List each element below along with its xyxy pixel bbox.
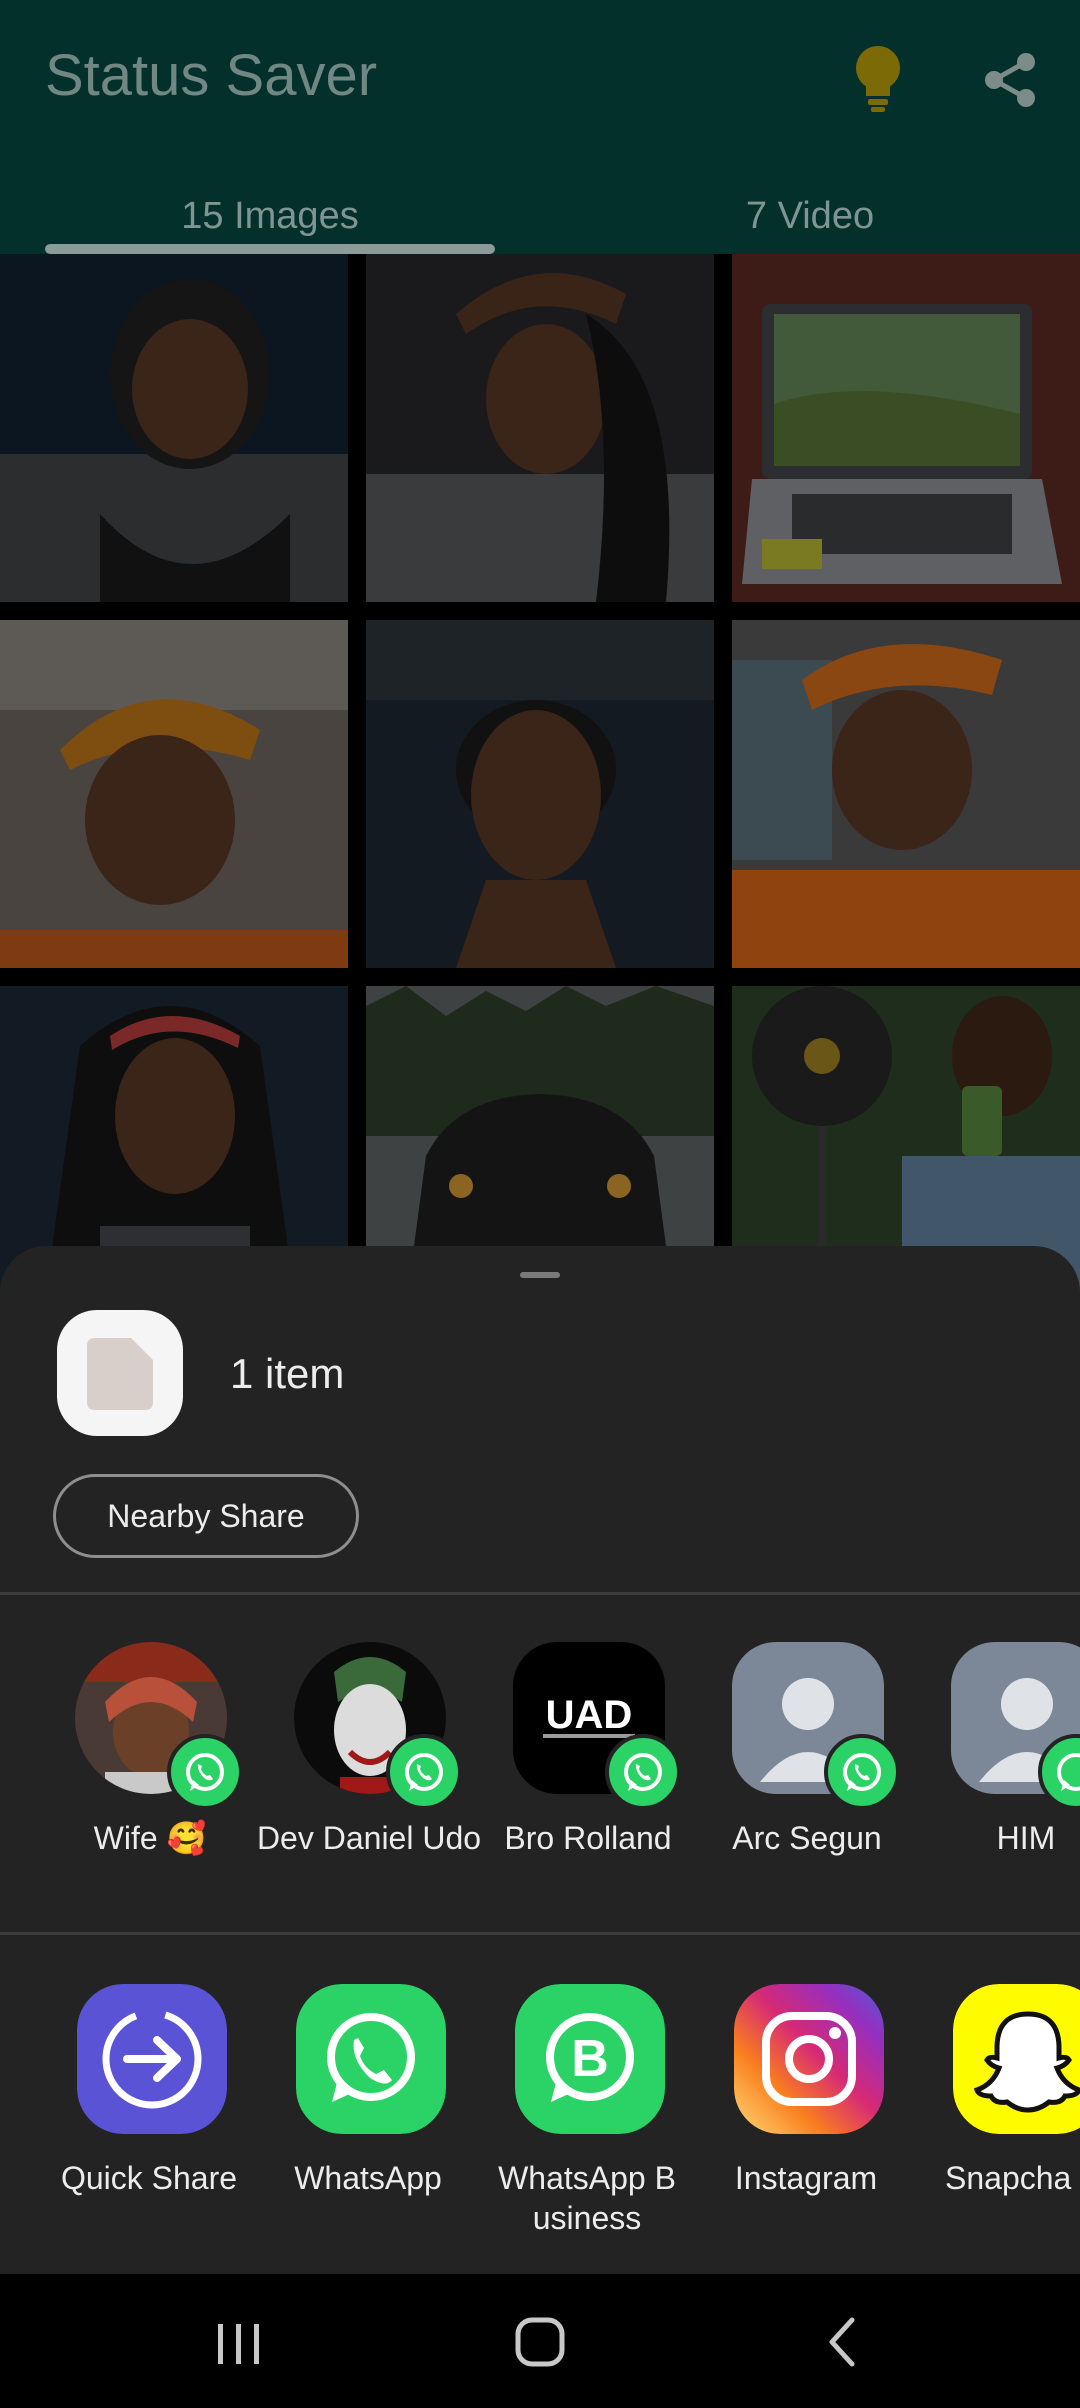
whatsapp-icon xyxy=(296,1984,446,2134)
contact-name: Bro Rolland xyxy=(504,1820,672,1856)
app-label: Snapcha xyxy=(945,2160,1072,2196)
app-label: WhatsApp xyxy=(294,2160,442,2196)
whatsapp-business-icon: B xyxy=(515,1984,665,2134)
app-instagram[interactable]: Instagram xyxy=(696,1984,916,2244)
contact-name: Arc Segun xyxy=(732,1820,882,1856)
back-icon[interactable] xyxy=(802,2306,882,2376)
tab-video[interactable]: 7 Video xyxy=(540,195,1080,238)
app-label: Instagram xyxy=(734,2160,878,2196)
app-label: WhatsApp B usiness xyxy=(498,2160,676,2236)
divider xyxy=(0,1932,1080,1935)
app-title: Status Saver xyxy=(45,43,378,108)
file-thumbnail xyxy=(57,1310,183,1436)
divider xyxy=(0,1592,1080,1595)
thumbnail-laptop-on-table[interactable] xyxy=(732,254,1080,602)
media-tabs: 15 Images 7 Video xyxy=(0,160,1080,254)
svg-text:B: B xyxy=(571,2030,609,2088)
app-whatsapp-business[interactable]: B WhatsApp B usiness xyxy=(477,1984,697,2244)
whatsapp-icon xyxy=(824,1734,900,1810)
tab-indicator xyxy=(45,244,495,254)
contact-wife[interactable]: Wife 🥰 xyxy=(50,1642,250,1902)
lightbulb-icon[interactable] xyxy=(850,42,906,112)
quick-share-icon xyxy=(77,1984,227,2134)
item-count: 1 item xyxy=(230,1350,345,1397)
thumbnail-woman-hand-on-head[interactable] xyxy=(366,254,714,602)
whatsapp-icon xyxy=(386,1734,462,1810)
thumbnail-woman-short-hair[interactable] xyxy=(366,620,714,968)
contact-arc-segun[interactable]: Arc Segun xyxy=(707,1642,907,1902)
app-label: Quick Share xyxy=(60,2160,238,2196)
system-nav-bar xyxy=(0,2274,1080,2408)
contact-name: Dev Daniel Udo xyxy=(256,1820,482,1856)
app-quick-share[interactable]: Quick Share xyxy=(39,1984,259,2244)
share-icon[interactable] xyxy=(980,50,1040,110)
svg-text:UAD: UAD xyxy=(546,1693,633,1737)
snapchat-icon xyxy=(953,1984,1080,2134)
whatsapp-icon xyxy=(605,1734,681,1810)
thumbnail-woman-orange-cap-2[interactable] xyxy=(732,620,1080,968)
contact-name: HIM xyxy=(996,1820,1056,1856)
nearby-share-button[interactable]: Nearby Share xyxy=(53,1474,359,1558)
contact-bro-rolland[interactable]: UAD Bro Rolland xyxy=(488,1642,688,1902)
instagram-icon xyxy=(734,1984,884,2134)
recent-apps-icon[interactable] xyxy=(198,2306,278,2376)
thumbnail-woman-black-hijab[interactable] xyxy=(0,254,348,602)
status-saver-app: Status Saver 15 Images 7 Video xyxy=(0,0,1080,1334)
file-icon xyxy=(87,1338,153,1410)
app-snapchat[interactable]: Snapcha xyxy=(915,1984,1080,2244)
app-whatsapp[interactable]: WhatsApp xyxy=(258,1984,478,2244)
home-icon[interactable] xyxy=(500,2306,580,2376)
drag-handle[interactable] xyxy=(520,1272,560,1278)
tab-images[interactable]: 15 Images xyxy=(0,195,540,238)
contact-him[interactable]: HIM xyxy=(926,1642,1080,1902)
thumbnail-woman-orange-cap[interactable] xyxy=(0,620,348,968)
app-bar: Status Saver xyxy=(0,0,1080,160)
contact-dev-daniel-udo[interactable]: Dev Daniel Udo xyxy=(257,1642,481,1902)
contact-name: Wife 🥰 xyxy=(93,1820,207,1856)
whatsapp-icon xyxy=(167,1734,243,1810)
share-sheet: 1 item Nearby Share Wife 🥰 Dev Daniel Ud… xyxy=(0,1246,1080,2274)
image-grid xyxy=(0,254,1080,1334)
